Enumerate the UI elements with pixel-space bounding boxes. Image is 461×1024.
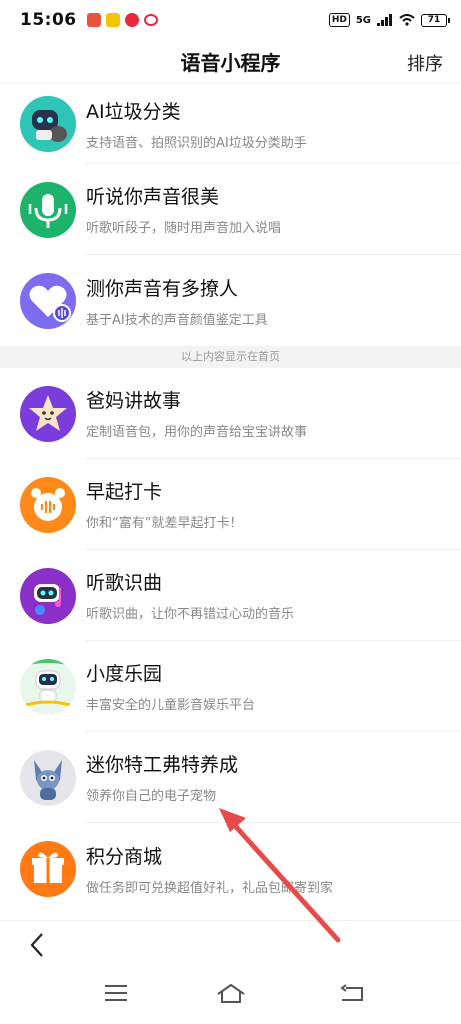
item-desc: 丰富安全的儿童影音娱乐平台 — [86, 698, 256, 713]
item-desc: 支持语音、拍照识别的AI垃圾分类助手 — [86, 135, 307, 151]
system-navigation-bar — [0, 968, 461, 1024]
app-notification-icon — [86, 13, 101, 27]
list-item[interactable]: 小度乐园 丰富安全的儿童影音娱乐平台 — [0, 641, 461, 732]
item-name: 爸妈讲故事 — [86, 390, 182, 412]
notification-icons — [86, 13, 158, 27]
star-face-icon — [20, 385, 76, 442]
list-item[interactable]: 迷你特工弗特养成 领养你自己的电子宠物 — [0, 732, 461, 823]
robot-trash-icon — [20, 96, 76, 152]
microphone-icon — [20, 181, 76, 238]
section-divider: 以上内容显示在首页 — [0, 346, 461, 368]
heart-voice-icon — [20, 272, 76, 329]
status-bar: 15:06 HD 5G 71 — [0, 0, 461, 40]
back-arrow-icon[interactable] — [26, 931, 50, 959]
item-name: 迷你特工弗特养成 — [86, 754, 239, 776]
menu-icon[interactable] — [104, 984, 128, 1002]
item-name: 测你声音有多撩人 — [86, 277, 239, 300]
item-desc: 领养你自己的电子宠物 — [86, 789, 217, 804]
list-item[interactable]: 听歌识曲 听歌识曲，让你不再错过心动的音乐 — [0, 550, 461, 641]
list-item[interactable]: 爸妈讲故事 定制语音包，用你的声音给宝宝讲故事 — [0, 368, 461, 459]
item-name: 积分商城 — [86, 845, 163, 868]
page-title: 语音小程序 — [180, 51, 281, 75]
item-desc: 你和“富有”就差早起打卡！ — [86, 516, 243, 531]
wifi-icon — [399, 14, 415, 26]
list-item[interactable]: AI垃圾分类 支持语音、拍照识别的AI垃圾分类助手 — [0, 84, 461, 164]
list-item[interactable]: 测你声音有多撩人 基于AI技术的声音颜值鉴定工具 — [0, 255, 461, 346]
list-item[interactable]: 早起打卡 你和“富有”就差早起打卡！ — [0, 459, 461, 550]
sort-button[interactable]: 排序 — [407, 50, 443, 76]
hd-badge: HD — [328, 13, 350, 27]
alarm-clock-icon — [20, 476, 76, 533]
gift-box-icon — [20, 840, 76, 897]
item-desc: 基于AI技术的声音颜值鉴定工具 — [86, 312, 268, 328]
home-icon[interactable] — [216, 982, 246, 1004]
item-desc: 听歌识曲，让你不再错过心动的音乐 — [86, 607, 295, 622]
app-notification-icon — [124, 13, 139, 27]
list-item[interactable]: 听说你声音很美 听歌听段子，随时用声音加入说唱 — [0, 164, 461, 255]
robot-park-icon — [20, 658, 76, 715]
item-name: AI垃圾分类 — [86, 100, 181, 123]
item-name: 早起打卡 — [86, 481, 163, 503]
return-icon[interactable] — [340, 984, 364, 1004]
app-notification-icon — [105, 13, 120, 27]
item-desc: 听歌听段子，随时用声音加入说唱 — [86, 221, 282, 236]
battery-level: 71 — [427, 14, 441, 25]
signal-icon — [377, 14, 392, 26]
signal-label: 5G — [355, 14, 371, 26]
status-time: 15:06 — [20, 10, 77, 30]
bottom-toolbar — [0, 920, 461, 968]
item-name: 听说你声音很美 — [86, 186, 220, 208]
battery-icon: 71 — [421, 13, 450, 27]
mini-program-list: AI垃圾分类 支持语音、拍照识别的AI垃圾分类助手 听说你声音很美 听歌听段子，… — [0, 84, 461, 914]
weibo-icon — [143, 14, 158, 26]
item-name: 听歌识曲 — [86, 572, 163, 594]
item-name: 小度乐园 — [86, 663, 163, 685]
robot-music-icon — [20, 567, 76, 624]
list-item[interactable]: 积分商城 做任务即可兑换超值好礼，礼品包邮寄到家 — [0, 823, 461, 914]
item-desc: 做任务即可兑换超值好礼，礼品包邮寄到家 — [86, 880, 334, 896]
header: 语音小程序 排序 — [0, 40, 461, 84]
pet-agent-icon — [20, 749, 76, 806]
item-desc: 定制语音包，用你的声音给宝宝讲故事 — [86, 425, 308, 440]
